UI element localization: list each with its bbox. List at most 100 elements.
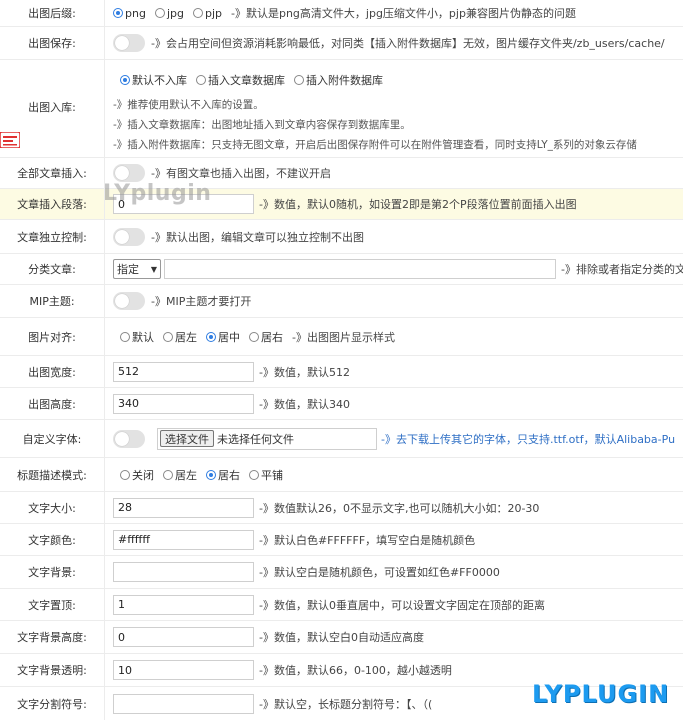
toggle-mip-theme[interactable] [113, 292, 145, 310]
toggle-independent-control[interactable] [113, 227, 145, 246]
radio-unchecked-icon [192, 8, 203, 18]
chevron-down-icon: ▼ [150, 264, 157, 274]
divider [104, 654, 105, 686]
file-status: 未选择任何文件 [217, 432, 294, 446]
radio-title-right[interactable]: 居右 [206, 467, 240, 483]
radio-unchecked-icon [249, 469, 259, 480]
divider [104, 220, 105, 253]
radio-storage-none[interactable]: 默认不入库 [120, 72, 187, 88]
label-all-articles-insert: 全部文章插入: [17, 167, 87, 180]
radio-checked-icon [113, 8, 123, 18]
text-bg-controls: -》默认空白是随机颜色，可设置如红色#FF0000 [113, 556, 683, 588]
radio-title-tile[interactable]: 平铺 [249, 467, 283, 483]
divider [104, 388, 105, 419]
storage-note: -》推荐使用默认不入库的设置。 [113, 99, 264, 111]
format-description: -》默认是png高清文件大，jpg压缩文件小，pjp兼容图片伪静态的问题 [231, 7, 576, 20]
text-bg-description: -》默认空白是随机颜色，可设置如红色#FF0000 [259, 566, 500, 579]
text-size-controls: 28 -》数值默认26，0不显示文字,也可以随机大小如：20-30 [113, 492, 683, 523]
row-independent-control: 文章独立控制: -》默认出图，编辑文章可以独立控制不出图 [0, 220, 683, 254]
radio-align-center[interactable]: 居中 [206, 329, 240, 345]
radio-title-off[interactable]: 关闭 [120, 467, 154, 483]
separator-description: -》默认空，长标题分割符号：【、（( [259, 697, 433, 711]
row-text-separator: 文字分割符号: -》默认空，长标题分割符号：【、（( [0, 687, 683, 720]
radio-align-right[interactable]: 居右 [249, 329, 283, 345]
radio-unchecked-icon [154, 8, 165, 18]
divider [104, 60, 105, 157]
text-separator-input[interactable] [113, 693, 254, 714]
label-text-color: 文字颜色: [28, 533, 76, 547]
storage-options: 默认不入库 插入文章数据库 插入附件数据库 [120, 72, 392, 88]
toggle-custom-font[interactable] [113, 429, 145, 448]
radio-checked-icon [120, 75, 130, 85]
text-color-controls: #ffffff -》默认白色#FFFFFF，填写空白是随机颜色 [113, 524, 683, 555]
divider [104, 589, 105, 620]
toggle-all-articles-insert[interactable] [113, 164, 145, 182]
divider [104, 420, 105, 457]
row-mip-theme: MIP主题: -》MIP主题才要打开 [0, 285, 683, 318]
radio-align-default[interactable]: 默认 [120, 329, 154, 345]
radio-format-jpg[interactable]: jpg [154, 7, 184, 20]
storage-note: -》插入文章数据库：出图地址插入到文章内容保存到数据库里。 [113, 119, 411, 131]
row-insert-paragraph: 文章插入段落: 0 -》数值，默认0随机，如设置2即是第2个P段落位置前面插入出… [0, 189, 683, 220]
radio-format-pjp[interactable]: pjp [192, 7, 222, 20]
label-text-size: 文字大小: [28, 501, 76, 515]
label-independent-control: 文章独立控制: [17, 230, 87, 244]
radio-unchecked-icon [294, 75, 304, 85]
row-text-color: 文字颜色: #ffffff -》默认白色#FFFFFF，填写空白是随机颜色 [0, 524, 683, 556]
divider [104, 492, 105, 523]
divider [104, 158, 105, 188]
label-image-format: 出图后缀: [28, 7, 76, 20]
row-image-storage: 出图入库: 默认不入库 插入文章数据库 插入附件数据库 -》推荐使用默认不入库的… [0, 60, 683, 158]
align-controls: 默认 居左 居中 居右 -》出图图片显示样式 [120, 318, 683, 355]
category-description: -》排除或者指定分类的文 [561, 263, 683, 276]
font-download-link[interactable]: -》去下载上传其它的字体，只支持.ttf.otf，默认Alibaba-Pu [381, 431, 675, 447]
divider [104, 254, 105, 284]
divider [104, 524, 105, 555]
radio-storage-article[interactable]: 插入文章数据库 [196, 72, 285, 88]
text-top-input[interactable]: 1 [113, 594, 254, 615]
text-bg-opacity-input[interactable]: 10 [113, 660, 254, 680]
image-width-input[interactable]: 512 [113, 361, 254, 382]
toggle-image-save[interactable] [113, 34, 145, 52]
divider [104, 27, 105, 59]
paragraph-input[interactable]: 0 [113, 194, 254, 214]
radio-unchecked-icon [196, 75, 206, 85]
label-text-background: 文字背景: [28, 566, 76, 579]
format-controls: png jpg pjp -》默认是png高清文件大，jpg压缩文件小，pjp兼容… [113, 0, 683, 26]
divider [104, 356, 105, 387]
category-controls: 指定 ▼ -》排除或者指定分类的文 [113, 254, 683, 284]
divider [104, 189, 105, 219]
height-controls: 340 -》数值，默认340 [113, 388, 683, 419]
row-custom-font: 自定义字体: 选择文件 未选择任何文件 -》去下载上传其它的字体，只支持.ttf… [0, 420, 683, 458]
radio-unchecked-icon [163, 469, 173, 480]
label-image-width: 出图宽度: [28, 365, 76, 379]
divider [104, 318, 105, 355]
label-image-save: 出图保存: [28, 37, 76, 50]
radio-format-png[interactable]: png [113, 7, 146, 20]
text-bg-height-input[interactable]: 0 [113, 627, 254, 647]
independent-controls: -》默认出图，编辑文章可以独立控制不出图 [113, 220, 683, 253]
save-controls: -》会占用空间但资源消耗影响最低，对同类【插入附件数据库】无效，图片缓存文件夹/… [113, 27, 683, 59]
radio-align-left[interactable]: 居左 [163, 329, 197, 345]
category-mode-select[interactable]: 指定 ▼ [113, 259, 161, 279]
category-ids-input[interactable] [164, 259, 556, 279]
save-description: -》会占用空间但资源消耗影响最低，对同类【插入附件数据库】无效，图片缓存文件夹/… [151, 37, 665, 50]
row-image-height: 出图高度: 340 -》数值，默认340 [0, 388, 683, 420]
radio-storage-attachment[interactable]: 插入附件数据库 [294, 72, 383, 88]
row-text-bg-opacity: 文字背景透明: 10 -》数值，默认66，0-100，越小越透明 [0, 654, 683, 687]
label-image-height: 出图高度: [28, 397, 76, 411]
divider [104, 0, 105, 26]
row-text-top: 文字置顶: 1 -》数值，默认0垂直居中，可以设置文字固定在顶部的距离 [0, 589, 683, 621]
text-size-input[interactable]: 28 [113, 497, 254, 518]
bg-opacity-controls: 10 -》数值，默认66，0-100，越小越透明 [113, 654, 683, 686]
text-top-description: -》数值，默认0垂直居中，可以设置文字固定在顶部的距离 [259, 598, 545, 612]
choose-file-button[interactable]: 选择文件 [160, 430, 214, 447]
text-color-description: -》默认白色#FFFFFF，填写空白是随机颜色 [259, 533, 476, 547]
label-category-articles: 分类文章: [28, 263, 76, 276]
image-height-input[interactable]: 340 [113, 393, 254, 414]
text-background-input[interactable] [113, 562, 254, 582]
text-color-input[interactable]: #ffffff [113, 529, 254, 550]
text-size-description: -》数值默认26，0不显示文字,也可以随机大小如：20-30 [259, 501, 540, 515]
radio-title-left[interactable]: 居左 [163, 467, 197, 483]
storage-note: -》插入附件数据库：只支持无图文章，开启后出图保存附件可以在附件管理查看，同时支… [113, 139, 637, 151]
